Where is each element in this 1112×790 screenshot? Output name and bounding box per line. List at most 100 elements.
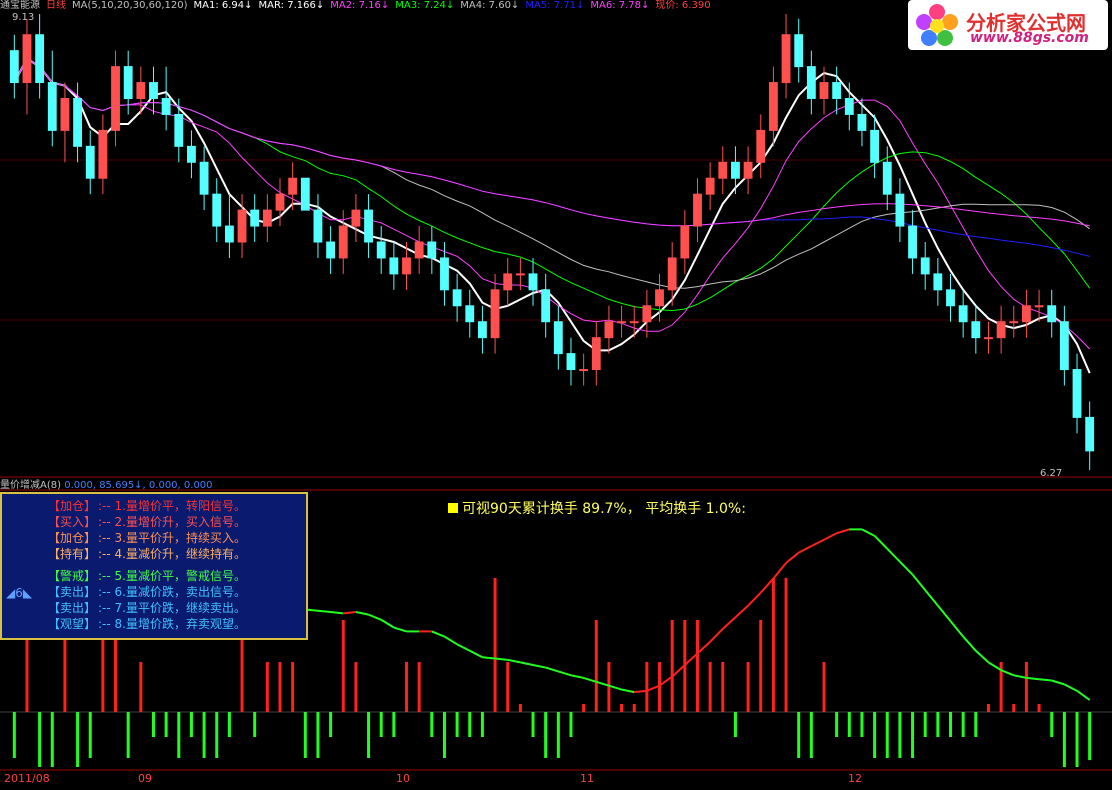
- indicator-bar: [291, 662, 295, 712]
- indicator-bar: [468, 712, 472, 737]
- stock-chart[interactable]: [0, 0, 1112, 790]
- legend-tag: 【加仓】: [48, 499, 97, 513]
- indicator-bar: [341, 620, 345, 712]
- indicator-values: 0.000, 85.695↓, 0.000, 0.000: [64, 480, 213, 491]
- indicator-bar: [202, 712, 206, 758]
- indicator-bar: [873, 712, 877, 758]
- indicator-bar: [531, 712, 535, 737]
- candle-body: [1021, 305, 1031, 323]
- candle-body: [908, 225, 917, 259]
- candle-body: [313, 209, 323, 243]
- candle-body: [60, 98, 70, 131]
- candle-body: [895, 193, 905, 227]
- candle-body: [224, 225, 234, 243]
- indicator-bar: [227, 712, 231, 737]
- candle-body: [275, 193, 285, 211]
- candle-body: [629, 321, 639, 324]
- candle-body: [844, 98, 854, 115]
- stock-name[interactable]: 通宝能源: [0, 0, 40, 11]
- indicator-line-segment: [1038, 678, 1052, 682]
- candle-body: [199, 161, 209, 195]
- candle-body: [591, 337, 601, 371]
- candle-body: [477, 321, 487, 339]
- period-label[interactable]: 日线: [46, 0, 66, 11]
- date-label: 12: [848, 772, 862, 785]
- ma1-value: MA1: 6.94↓: [193, 0, 253, 11]
- candle-body: [47, 82, 57, 131]
- candle-body: [806, 66, 816, 100]
- indicator-bar: [721, 662, 725, 712]
- indicator-bar: [1088, 712, 1092, 761]
- high-price-label: 9.13: [12, 12, 35, 23]
- candle-body: [857, 113, 867, 131]
- candle-body: [693, 193, 702, 227]
- legend-row: 【观望】:-- 8.量增价跌，弃卖观望。: [48, 616, 246, 632]
- candle-body: [250, 209, 260, 227]
- date-label: 2011/08: [4, 772, 50, 785]
- ma2-value: MA2: 7.16↓: [330, 0, 390, 11]
- indicator-bar: [974, 712, 978, 737]
- candle-body: [920, 257, 930, 275]
- site-logo[interactable]: 分析家公式网 www.88gs.com: [908, 0, 1108, 50]
- indicator-bar: [898, 712, 902, 758]
- candle-body: [958, 305, 968, 323]
- candle-body: [376, 241, 386, 259]
- main-panel-bg: [0, 0, 1112, 478]
- legend-row: 【持有】:-- 4.量减价升，继续持有。: [48, 546, 246, 562]
- candle-body: [1009, 321, 1019, 324]
- candle-body: [300, 177, 310, 211]
- candle-body: [756, 129, 766, 163]
- indicator-bar: [455, 712, 459, 737]
- yellow-square-icon: [448, 503, 458, 513]
- indicator-name[interactable]: 量价增减A(8): [0, 480, 61, 491]
- candle-body: [73, 98, 83, 147]
- candle-body: [351, 209, 361, 227]
- indicator-bar: [354, 662, 358, 712]
- indicator-bar: [923, 712, 927, 737]
- indicator-bar: [1062, 712, 1066, 767]
- indicator-bar: [632, 704, 636, 712]
- candle-body: [1034, 305, 1044, 308]
- legend-row: 【加仓】:-- 3.量平价升，持续买入。: [48, 530, 246, 546]
- candle-body: [617, 321, 627, 324]
- candle-body: [136, 82, 146, 100]
- indicator-bar: [708, 662, 712, 712]
- candle-body: [718, 161, 728, 179]
- indicator-bar: [911, 712, 915, 758]
- candle-body: [98, 129, 108, 179]
- page-counter[interactable]: ◢6◣: [6, 586, 32, 600]
- indicator-bar: [949, 712, 953, 737]
- candle-body: [731, 161, 740, 179]
- indicator-bar: [670, 620, 674, 712]
- candle-body: [642, 305, 652, 323]
- candle-body: [541, 289, 551, 323]
- indicator-bar: [860, 712, 864, 737]
- legend-tag: 【卖出】: [48, 585, 97, 599]
- indicator-bar: [38, 712, 42, 767]
- indicator-bar: [936, 712, 940, 737]
- legend-text: :-- 2.量增价升，买入信号。: [98, 515, 246, 529]
- legend-row: 【卖出】:-- 6.量减价跌，卖出信号。: [48, 584, 246, 600]
- indicator-bar: [253, 712, 257, 737]
- indicator-bar: [139, 662, 143, 712]
- candle-body: [870, 129, 880, 163]
- indicator-bar: [1050, 712, 1054, 737]
- candle-body: [946, 289, 955, 307]
- candle-body: [743, 161, 753, 179]
- legend-text: :-- 6.量减价跌，卖出信号。: [98, 585, 246, 599]
- candle-body: [528, 273, 538, 291]
- indicator-bar: [506, 662, 510, 712]
- indicator-line-segment: [482, 656, 496, 660]
- date-label: 11: [580, 772, 594, 785]
- price-value: 现价: 6.390: [655, 0, 711, 11]
- candle-body: [364, 209, 373, 243]
- candle-body: [984, 337, 993, 340]
- candle-body: [832, 82, 842, 100]
- indicator-bar: [556, 712, 560, 758]
- candle-body: [174, 113, 184, 147]
- candle-body: [111, 66, 120, 131]
- candle-body: [490, 289, 500, 339]
- candle-body: [1085, 416, 1095, 452]
- indicator-bar: [278, 662, 282, 712]
- candle-body: [237, 209, 247, 243]
